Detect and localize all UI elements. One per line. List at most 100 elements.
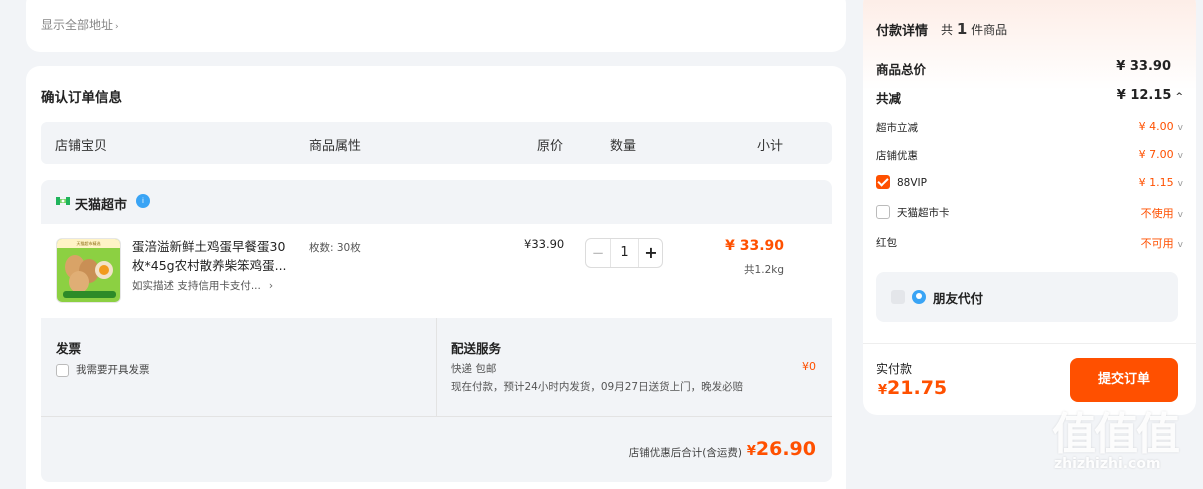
discount-item-value: 不使用 [1140, 207, 1174, 220]
discount-row[interactable]: 共减 ¥ 12.15 ^ [876, 88, 1183, 108]
address-card: 显示全部地址 › [26, 0, 846, 52]
chevron-up-icon: ^ [1175, 92, 1183, 102]
show-all-address-link[interactable]: 显示全部地址 › [41, 16, 119, 33]
product-title[interactable]: 蛋涪溢新鲜土鸡蛋早餐蛋30枚*45g农村散养柴笨鸡蛋... [132, 237, 292, 275]
product-subtotal: ¥ 33.90 [725, 238, 784, 254]
actual-pay-label: 实付款 [876, 362, 913, 376]
shop-total-value: ¥26.90 [747, 438, 816, 460]
discount-item-value-wrap: ¥ 1.15 v [1139, 176, 1183, 189]
discount-item-value: ¥ 1.15 [1138, 176, 1174, 189]
quantity-minus-button[interactable]: − [586, 239, 610, 267]
order-card: 确认订单信息 店铺宝贝 商品属性 原价 数量 小计 天猫超市 i 天猫超市精选 [26, 66, 846, 489]
col-subtotal: 小计 [757, 139, 784, 154]
currency-symbol: ¥ [746, 444, 756, 459]
shop-name[interactable]: 天猫超市 [75, 194, 127, 213]
divider [436, 318, 437, 416]
order-section-title: 确认订单信息 [41, 90, 122, 106]
invoice-option[interactable]: 我需要开具发票 [56, 362, 150, 377]
divider [41, 416, 832, 417]
actual-pay-amount: 21.75 [887, 377, 948, 399]
discount-item-label: 超市立减 [876, 122, 918, 134]
payment-title: 付款详情 [876, 24, 929, 39]
invoice-option-label: 我需要开具发票 [76, 364, 150, 376]
watermark: 值值值 zhizhizhi.com [1048, 398, 1198, 486]
tmall-logo-icon [56, 197, 70, 205]
submit-order-button[interactable]: 提交订单 [1070, 358, 1178, 402]
quantity-stepper: − 1 + [585, 238, 663, 268]
shop-info-icon[interactable]: i [136, 194, 150, 208]
product-desc[interactable]: 如实描述 支持信用卡支付... › [132, 278, 273, 293]
shop-total-label: 店铺优惠后合计(含运费) [628, 447, 742, 459]
discount-item-value-wrap: 不可用 v [1141, 235, 1183, 251]
show-all-address-label: 显示全部地址 [41, 18, 114, 32]
goods-total-value: ¥ 33.90 [1116, 59, 1171, 74]
friend-pay-option[interactable]: 朋友代付 [876, 272, 1178, 322]
egg-yolk-shape [95, 261, 113, 279]
shop-block: 天猫超市 i 天猫超市精选 蛋涪溢新鲜土鸡蛋早餐蛋30枚*45g农村散养柴笨鸡蛋… [41, 180, 832, 482]
invoice-checkbox[interactable] [56, 363, 69, 377]
discount-item-value-wrap: ¥ 7.00 v [1139, 148, 1183, 161]
discount-item-value-wrap: ¥ 4.00 v [1139, 120, 1183, 133]
divider [863, 343, 1196, 344]
chevron-down-icon: v [1177, 210, 1183, 220]
product-thumbnail[interactable]: 天猫超市精选 [56, 238, 121, 303]
quantity-input[interactable]: 1 [610, 239, 639, 267]
chevron-down-icon: › [115, 22, 119, 32]
discount-item-label: 店铺优惠 [876, 150, 918, 162]
friend-pay-label: 朋友代付 [933, 291, 984, 306]
product-row: 天猫超市精选 蛋涪溢新鲜土鸡蛋早餐蛋30枚*45g农村散养柴笨鸡蛋... 如实描… [41, 224, 832, 318]
count-prefix: 共 [941, 23, 954, 37]
discount-item-value: 不可用 [1140, 237, 1174, 250]
discount-item-card[interactable]: 天猫超市卡 不使用 v [876, 205, 1183, 225]
quantity-plus-button[interactable]: + [639, 239, 663, 267]
vip-checkbox-checked[interactable] [876, 175, 890, 189]
payment-item-count: 共 1 件商品 [941, 20, 1007, 38]
product-desc-text: 如实描述 支持信用卡支付... [132, 280, 261, 292]
shipping-title: 配送服务 [451, 341, 502, 356]
count-suffix: 件商品 [971, 23, 1008, 37]
egg-shape [69, 271, 89, 293]
discount-item-shop[interactable]: 店铺优惠 ¥ 7.00 v [876, 148, 1183, 168]
chevron-down-icon: v [1177, 179, 1183, 189]
col-price: 原价 [537, 139, 564, 154]
discount-item-label: 88VIP [897, 177, 927, 189]
watermark-site: zhizhizhi.com [1054, 456, 1161, 472]
shipping-eta: 现在付款，预计24小时内发货，09月27日送货上门，晚发必赔 [451, 381, 744, 393]
product-weight: 共1.2kg [744, 264, 784, 276]
chevron-down-icon: v [1177, 123, 1183, 133]
discount-item-label-wrap: 天猫超市卡 [876, 205, 950, 220]
shop-total-amount: 26.90 [755, 438, 816, 460]
discount-item-value: ¥ 7.00 [1138, 148, 1174, 161]
thumb-bar [63, 291, 116, 298]
chevron-down-icon: v [1177, 151, 1183, 161]
discount-item-market[interactable]: 超市立减 ¥ 4.00 v [876, 120, 1183, 140]
invoice-title: 发票 [56, 341, 82, 356]
col-qty: 数量 [610, 139, 637, 154]
friend-pay-checkbox[interactable] [891, 290, 905, 304]
shipping-fee: ¥0 [802, 360, 816, 373]
discount-item-value: ¥ 4.00 [1138, 120, 1174, 133]
discount-label: 共减 [876, 91, 902, 106]
discount-item-label: 红包 [876, 237, 897, 249]
col-shop-item: 店铺宝贝 [55, 139, 108, 154]
card-checkbox[interactable] [876, 205, 890, 219]
order-table-header: 店铺宝贝 商品属性 原价 数量 小计 [41, 122, 832, 164]
discount-item-label-wrap: 88VIP [876, 175, 927, 190]
goods-total-label: 商品总价 [876, 62, 927, 77]
shop-header: 天猫超市 i [41, 180, 832, 224]
thumb-banner: 天猫超市精选 [57, 239, 120, 248]
shipping-method: 快递 包邮 [451, 363, 497, 375]
friend-pay-icon [912, 290, 926, 304]
watermark-logo: 值值值 [1052, 409, 1180, 460]
actual-pay-value: ¥21.75 [878, 377, 947, 399]
payment-card: 付款详情 共 1 件商品 商品总价 ¥ 33.90 共减 ¥ 12.15 ^ 超市… [863, 0, 1196, 415]
currency-symbol: ¥ [878, 383, 888, 398]
col-attr: 商品属性 [309, 139, 362, 154]
discount-item-88vip[interactable]: 88VIP ¥ 1.15 v [876, 175, 1183, 196]
discount-value: ¥ 12.15 [1116, 88, 1172, 103]
chevron-right-icon: › [268, 280, 274, 292]
discount-item-redpacket[interactable]: 红包 不可用 v [876, 235, 1183, 255]
discount-item-label: 天猫超市卡 [897, 207, 950, 219]
product-price: ¥33.90 [524, 237, 565, 251]
discount-value-wrap: ¥ 12.15 ^ [1117, 88, 1183, 103]
